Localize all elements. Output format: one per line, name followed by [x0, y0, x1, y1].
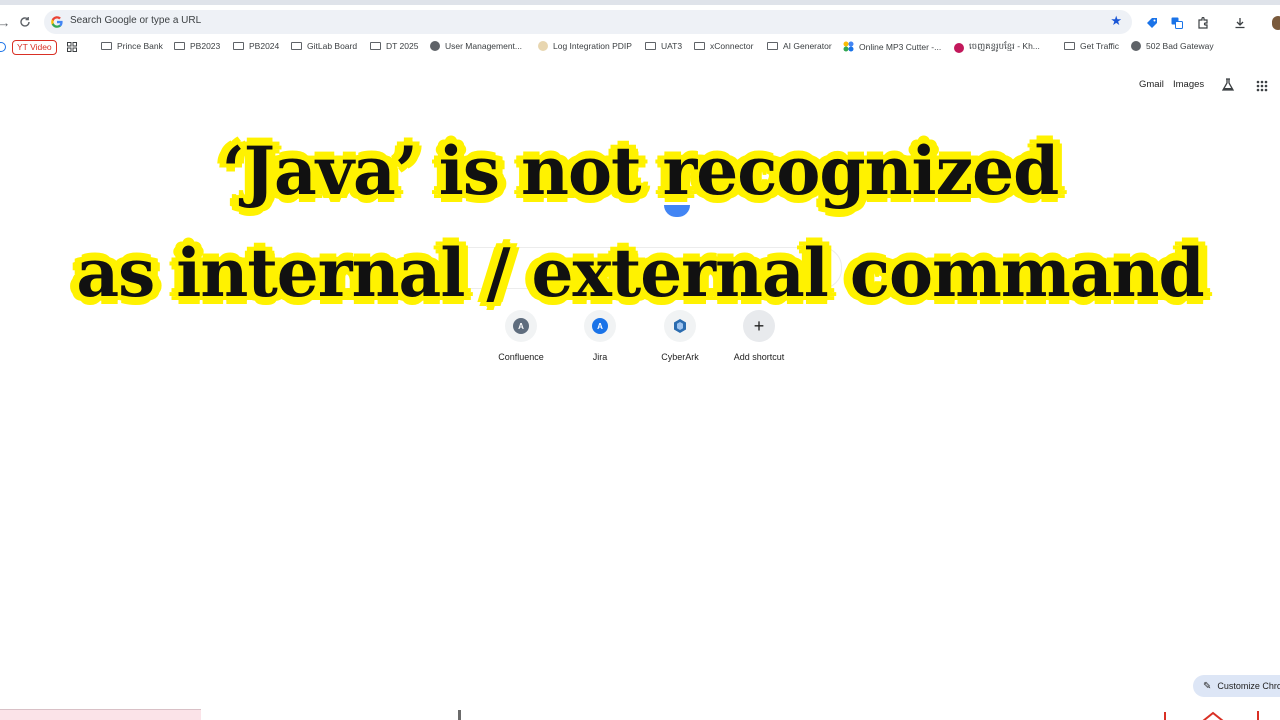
shortcut-icon-circle: A [505, 310, 537, 342]
bookmark-item[interactable]: ចេញគន្ធរូបខ្មែរ - Kh... [954, 41, 1040, 54]
gmail-link[interactable]: Gmail [1139, 79, 1164, 90]
bookmark-item[interactable]: Prince Bank [101, 41, 163, 51]
reload-icon[interactable] [15, 12, 35, 32]
overlay-title-line1: ‘Java’ is not recognized [221, 132, 1060, 210]
folder-icon [645, 42, 656, 50]
download-icon[interactable] [1232, 15, 1248, 31]
overlay-title-line2: as internal / external command [76, 234, 1204, 312]
mp3-cutter-icon [843, 41, 854, 52]
omnibox[interactable]: Search Google or type a URL ★ [44, 10, 1132, 34]
folder-icon [233, 42, 244, 50]
omnibox-placeholder: Search Google or type a URL [70, 15, 202, 26]
bookmark-item[interactable]: DT 2025 [370, 41, 418, 51]
add-shortcut-button[interactable]: + Add shortcut [719, 310, 799, 362]
shortcut-icon-circle: A [584, 310, 616, 342]
bookmark-item[interactable]: User Management... [430, 41, 522, 51]
red-arrow-fragment [1163, 708, 1280, 720]
pencil-icon: ✎ [1203, 680, 1212, 692]
bookmark-star-icon[interactable]: ★ [1110, 13, 1122, 29]
shortcut-label: Confluence [498, 352, 544, 362]
bookmarks-bar: Prince Bank PB2023 PB2024 GitLab Board D… [0, 38, 1280, 58]
bookmark-item[interactable]: 502 Bad Gateway [1131, 41, 1214, 51]
shortcut-icon-circle: + [743, 310, 775, 342]
jira-icon: A [592, 318, 608, 334]
globe-icon [430, 41, 440, 51]
bookmark-site-icon[interactable] [0, 42, 6, 52]
google-icon [51, 16, 63, 28]
folder-icon [291, 42, 302, 50]
folder-icon [694, 42, 705, 50]
plus-icon: + [753, 316, 765, 336]
bookmark-yt-video[interactable]: YT Video [12, 40, 57, 55]
bookmark-item[interactable]: Online MP3 Cutter -... [843, 41, 941, 52]
images-link[interactable]: Images [1173, 79, 1204, 90]
apps-launcher-icon[interactable] [1256, 79, 1268, 97]
shortcut-icon-circle [664, 310, 696, 342]
translate-icon[interactable] [1169, 15, 1185, 31]
shortcut-cyberark[interactable]: CyberArk [640, 310, 720, 362]
shortcut-confluence[interactable]: A Confluence [481, 310, 561, 362]
profile-avatar[interactable] [1270, 15, 1280, 31]
folder-icon [370, 42, 381, 50]
bookmark-item[interactable]: Log Integration PDIP [538, 41, 632, 51]
site-icon [538, 41, 548, 51]
taskbar-fragment [0, 709, 201, 720]
globe-icon [1131, 41, 1141, 51]
customize-label: Customize Chrome [1217, 681, 1280, 691]
labs-flask-icon[interactable] [1221, 78, 1235, 97]
forward-icon[interactable]: → [0, 12, 14, 32]
bookmark-item[interactable]: GitLab Board [291, 41, 357, 51]
folder-icon [1064, 42, 1075, 50]
extension-tag-icon[interactable] [1144, 15, 1160, 31]
shortcut-jira[interactable]: A Jira [560, 310, 640, 362]
browser-toolbar: → Search Google or type a URL ★ [0, 5, 1280, 38]
bookmark-item[interactable]: xConnector [694, 41, 753, 51]
bookmark-item[interactable]: PB2023 [174, 41, 220, 51]
bookmark-item[interactable]: UAT3 [645, 41, 682, 51]
shortcut-label: Add shortcut [733, 352, 785, 362]
shortcut-label: Jira [592, 352, 608, 362]
cyberark-icon [674, 319, 686, 333]
folder-icon [767, 42, 778, 50]
folder-icon [174, 42, 185, 50]
site-icon [954, 42, 964, 53]
customize-chrome-button[interactable]: ✎ Customize Chrome [1193, 675, 1280, 697]
folder-icon [101, 42, 112, 50]
apps-grid-icon[interactable] [67, 42, 77, 52]
shortcut-label: CyberArk [661, 352, 699, 362]
bookmark-item[interactable]: PB2024 [233, 41, 279, 51]
confluence-icon: A [513, 318, 529, 334]
bookmark-item[interactable]: AI Generator [767, 41, 832, 51]
extensions-puzzle-icon[interactable] [1195, 15, 1211, 31]
bookmark-item[interactable]: Get Traffic [1064, 41, 1119, 51]
text-cursor [458, 710, 461, 720]
